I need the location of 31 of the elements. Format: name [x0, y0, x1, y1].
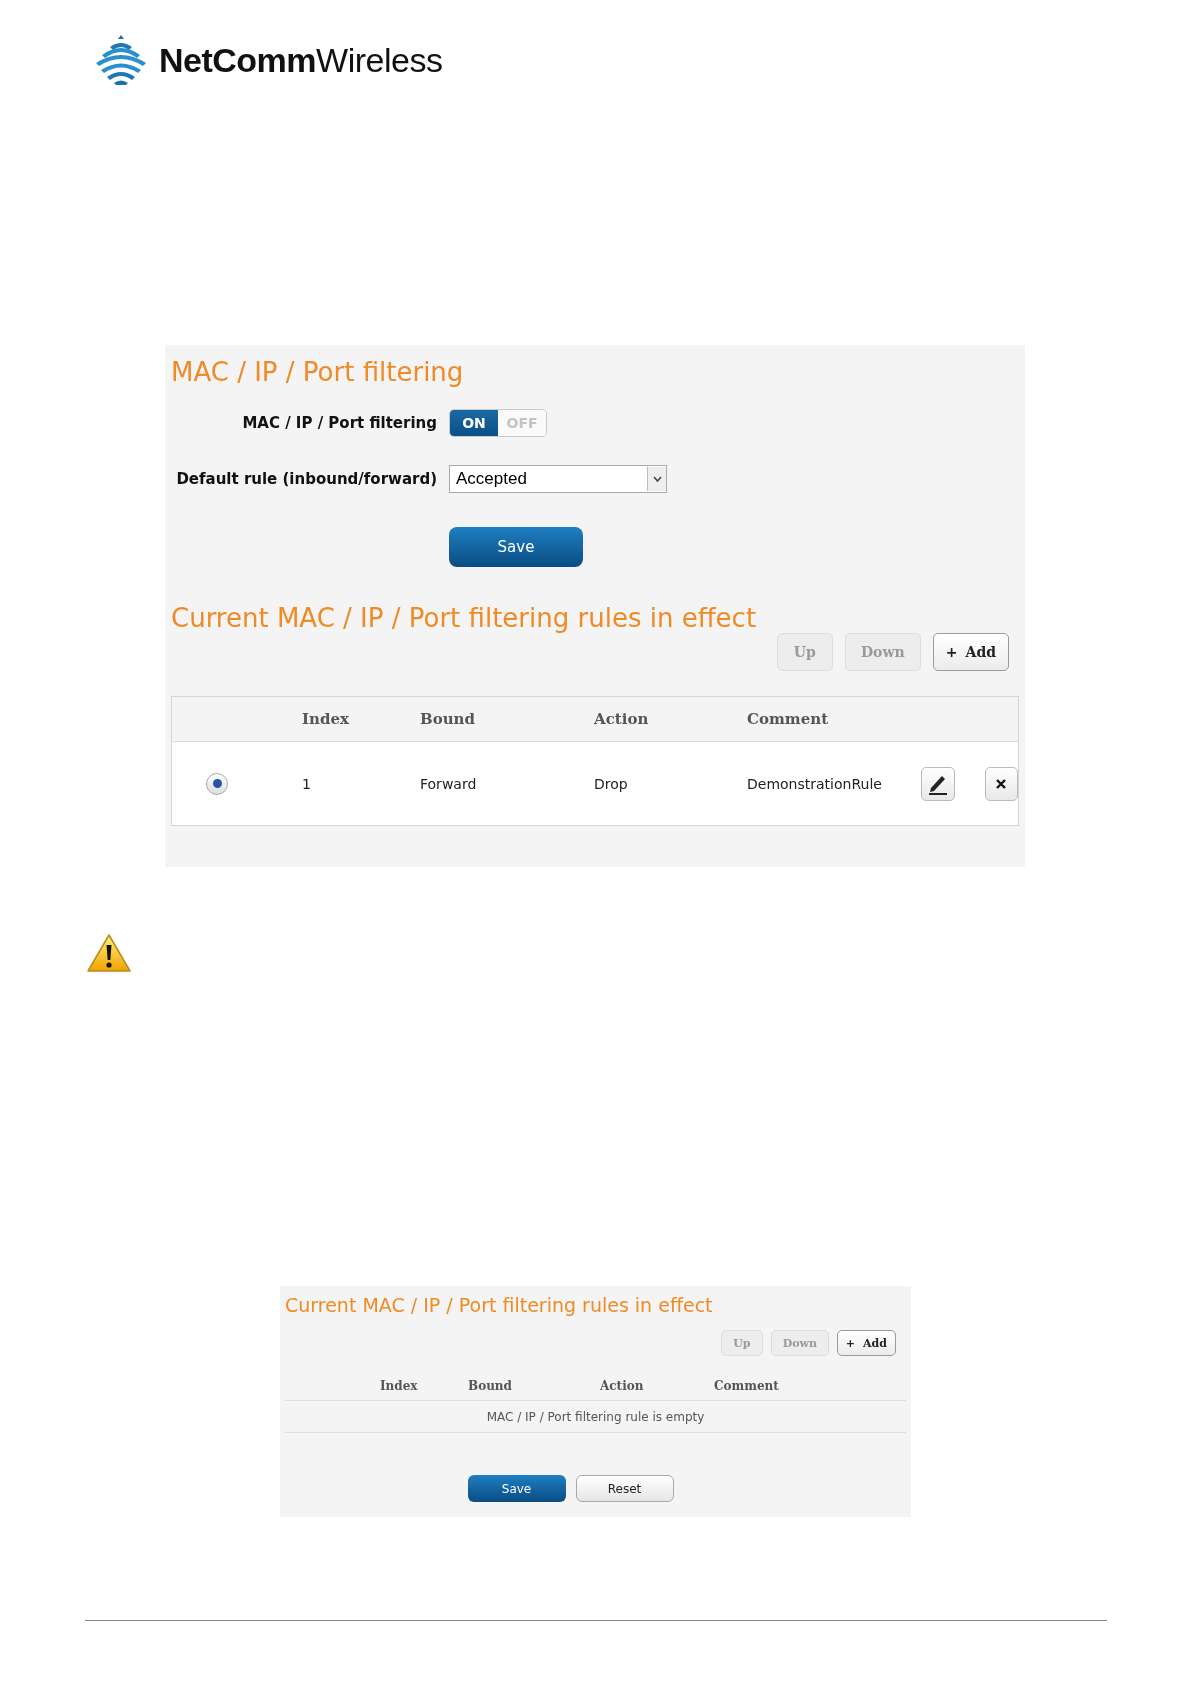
- delete-button[interactable]: [984, 766, 1018, 801]
- radio-button[interactable]: [206, 772, 228, 795]
- table-cell-text: DemonstrationRule: [747, 775, 883, 792]
- column-header: Action: [594, 710, 650, 728]
- section-title: Current MAC / IP / Port filtering rules in effect: [171, 603, 758, 633]
- table-cell-text: Drop: [594, 775, 629, 792]
- column-header: Comment: [714, 1379, 780, 1393]
- column-header: Index: [302, 710, 350, 728]
- logo: NetCommWireless: [159, 40, 443, 80]
- reset-button[interactable]: Reset: [575, 1475, 674, 1502]
- add-button[interactable]: + Add: [932, 633, 1009, 671]
- table-cell-text: 1: [302, 775, 312, 792]
- warning-icon: [86, 933, 132, 973]
- dropdown[interactable]: Accepted: [449, 465, 667, 493]
- section-title: MAC / IP / Port filtering: [171, 357, 465, 387]
- column-header: Comment: [747, 710, 830, 728]
- section-title: Current MAC / IP / Port filtering rules in effect: [285, 1294, 714, 1316]
- table-cell-text: Forward: [420, 775, 478, 792]
- empty-message: MAC / IP / Port filtering rule is empty: [285, 1401, 906, 1433]
- save-button[interactable]: Save: [467, 1475, 566, 1502]
- close-icon: [995, 777, 1008, 790]
- column-header: Action: [600, 1379, 645, 1393]
- field-label: MAC / IP / Port filtering: [241, 414, 437, 432]
- add-button[interactable]: + Add: [836, 1330, 896, 1356]
- column-header: Index: [380, 1379, 419, 1393]
- column-header: Bound: [468, 1379, 513, 1393]
- chevron-down-icon: [652, 476, 662, 482]
- field-label: Default rule (inbound/forward): [175, 470, 437, 488]
- edit-button[interactable]: [921, 766, 955, 801]
- save-button[interactable]: Save: [449, 527, 583, 567]
- column-header: Bound: [420, 710, 476, 728]
